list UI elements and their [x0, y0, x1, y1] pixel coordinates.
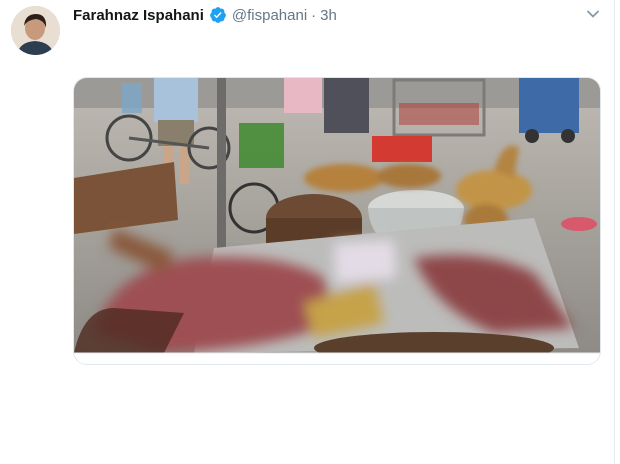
separator-dot: · [311, 6, 317, 24]
tweet-image[interactable] [74, 78, 600, 364]
tweet: Farahnaz Ispahani @fispahani · 3h [0, 0, 620, 464]
avatar[interactable] [11, 6, 60, 55]
column-divider [614, 0, 615, 464]
tweet-header: Farahnaz Ispahani @fispahani · 3h [73, 4, 337, 26]
tweet-timestamp[interactable]: 3h [320, 7, 337, 24]
chevron-down-icon[interactable] [586, 7, 600, 21]
tweet-media-card[interactable] [73, 77, 601, 365]
author-name[interactable]: Farahnaz Ispahani [73, 7, 204, 24]
author-handle[interactable]: @fispahani [232, 7, 307, 24]
verified-badge-icon [210, 7, 226, 23]
